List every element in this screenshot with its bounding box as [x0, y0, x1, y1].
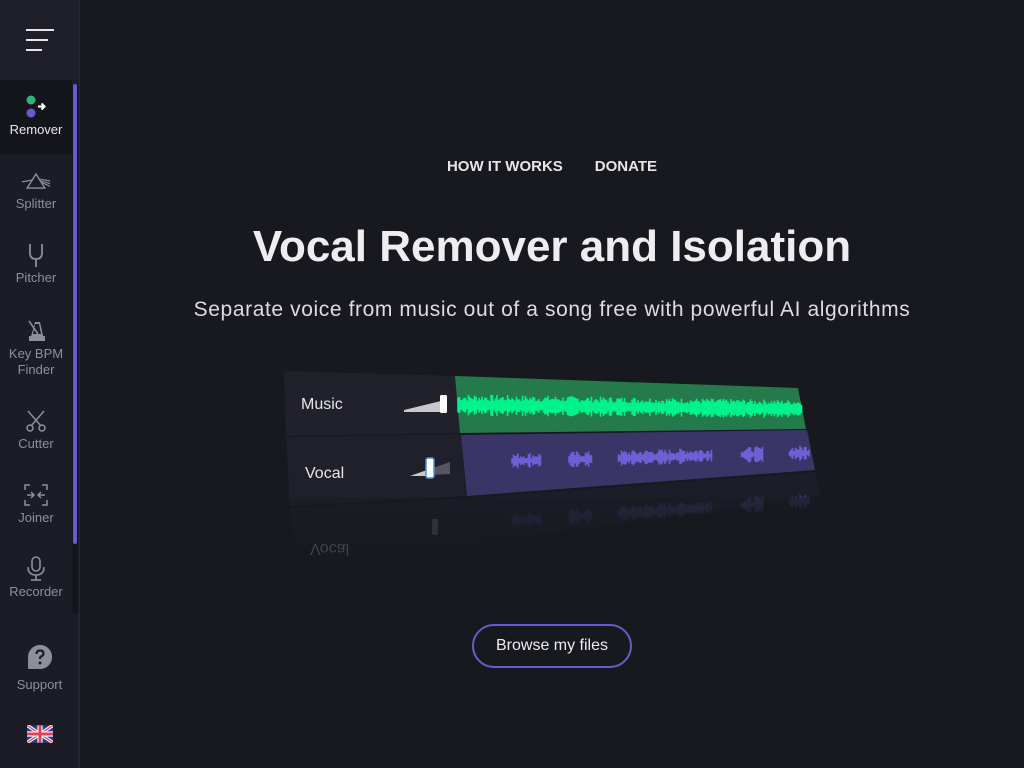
top-nav: HOW IT WORKS DONATE — [80, 158, 1024, 175]
page-subtitle: Separate voice from music out of a song … — [193, 298, 911, 321]
sidebar-item-label: Key BPM Finder — [8, 346, 64, 377]
sidebar-item-joiner[interactable]: Joiner — [0, 482, 72, 542]
support-link[interactable]: Support — [0, 644, 79, 692]
language-selector[interactable] — [0, 725, 79, 743]
sidebar-item-label: Joiner — [18, 510, 54, 525]
uk-flag-icon — [26, 725, 53, 743]
nav-scrollbar-thumb[interactable] — [73, 84, 77, 544]
prism-icon — [21, 168, 51, 194]
metronome-icon — [21, 318, 51, 344]
sidebar-item-key-bpm-finder[interactable]: Key BPM Finder — [0, 318, 72, 388]
page-title: Vocal Remover and Isolation — [252, 222, 852, 271]
sidebar-item-cutter[interactable]: Cutter — [0, 408, 72, 468]
main-content: HOW IT WORKS DONATE Vocal Remover and Is… — [80, 0, 1024, 768]
browse-files-button[interactable]: Browse my files — [472, 624, 632, 668]
sidebar-item-pitcher[interactable]: Pitcher — [0, 242, 72, 302]
sidebar-item-label: Splitter — [15, 196, 57, 211]
menu-button[interactable] — [0, 0, 79, 80]
sidebar-item-label: Recorder — [9, 584, 63, 599]
vocal-track-label: Vocal — [305, 465, 344, 482]
remover-dots-arrow-icon — [21, 94, 51, 120]
how-it-works-link[interactable]: HOW IT WORKS — [447, 158, 563, 175]
sidebar-item-label: Cutter — [18, 436, 54, 451]
sidebar-item-recorder[interactable]: Recorder — [0, 556, 72, 616]
joiner-arrows-icon — [21, 482, 51, 508]
support-label: Support — [16, 677, 63, 692]
sidebar-item-remover[interactable]: Remover — [0, 80, 72, 155]
vocal-volume-slider[interactable] — [425, 457, 435, 479]
sidebar-item-label: Pitcher — [15, 270, 57, 285]
hamburger-menu-icon — [25, 29, 54, 51]
donate-link[interactable]: DONATE — [595, 158, 657, 175]
sidebar-item-splitter[interactable]: Splitter — [0, 168, 72, 228]
reflection-label: Vocal — [310, 540, 349, 556]
music-track-label: Music — [301, 396, 343, 413]
question-bubble-icon — [27, 644, 53, 673]
scissors-icon — [21, 408, 51, 434]
microphone-icon — [21, 556, 51, 582]
music-volume-slider[interactable] — [440, 395, 447, 413]
sidebar-item-label: Remover — [9, 122, 63, 137]
tuning-fork-icon — [21, 242, 51, 268]
mixer-demo-illustration: Music Vocal Vocal — [280, 371, 830, 556]
